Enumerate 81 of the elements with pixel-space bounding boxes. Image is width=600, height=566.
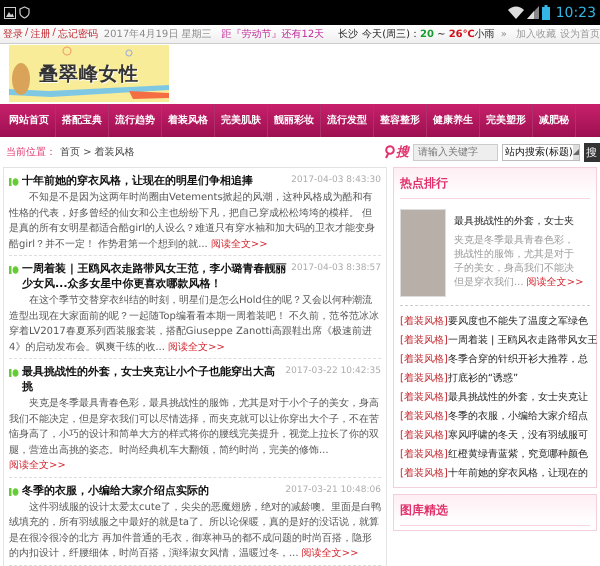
image-icon — [4, 6, 16, 18]
account-link[interactable]: 忘记密码 — [58, 27, 98, 41]
featured-excerpt-line: 夹克是冬季最具青春色彩， — [454, 235, 574, 246]
nav-link[interactable]: 着装风格 — [162, 104, 215, 137]
featured-excerpt-line: 子的美女，身高我们不能决 — [454, 263, 574, 274]
article-excerpt: 在这个季节交替穿衣纠结的时刻，明星们是怎么Hold住的呢？又会以何种潮流造型出现在大家面前的呢？一起随Top编看看本期一周着装吧！ 不久前，范爷范冰冰穿着LV2017春夏系列西装服套装，搭配Giuseppe Zanotti高跟鞋出席《极速前进4》的启动发布会。飒爽干练的收... 阅读全文>> — [9, 294, 380, 354]
bullet-icon — [9, 367, 19, 377]
bullet-icon — [9, 176, 19, 186]
ranking-item-link[interactable]: 十年前她的穿衣风格，让现在的 — [448, 468, 588, 479]
nav-link[interactable]: 减肥秘 — [533, 104, 576, 137]
weather-text: 今天(周三)：20 ~ 26℃小雨 — [362, 28, 495, 41]
category-tag-link[interactable]: [着装风格] — [400, 316, 448, 327]
ranking-item-link[interactable]: 冬季合穿的针织开衫大推荐，总 — [448, 354, 588, 365]
shield-icon — [19, 6, 30, 19]
category-tag-link[interactable]: [着装风格] — [400, 411, 448, 422]
article-excerpt: 不知是不是因为这两年时尚圈由Vetements掀起的风潮，这种风格成为酷和有性格的代表，好多曾经的仙女和公主也纷纷下凡，把自己穿成松松垮垮的模样。 但是真的所有女明星都适合酷girl的人设么？难道只有穿水袖和加大码的卫衣才能变身酷girl？并不一定！ 作势君第一个想到的就... 阅读全文>> — [9, 190, 376, 252]
article-excerpt: 这件羽绒服的设计太爱太cute了，尖尖的恶魔翅膀，绝对的减龄噢。里面是白鸭绒填充的，所有羽绒服之中最好的就是ta了。所以论保暖，真的是好的没话说，就算是在很冷很冷的北方 再加件普通的毛衣，御寒神马的都不成问题的时尚百搭，隐形的内扣设计，纤腰细体，时尚百搭，演绎淑女风情，温暖过冬，... 阅读全文>> — [9, 500, 381, 561]
featured-excerpt-line: 但是穿衣我们... — [454, 277, 524, 288]
nav-link[interactable]: 网站首页 — [3, 104, 56, 137]
nav-link[interactable]: 搭配宝典 — [56, 104, 109, 137]
search-scope-select[interactable]: 站内搜索(标题) — [502, 144, 580, 160]
featured-title-link[interactable]: 最具挑战性的外套，女士夹 — [454, 215, 584, 229]
signal-icon — [526, 6, 539, 19]
nav-link[interactable]: 流行趋势 — [109, 104, 162, 137]
ranking-item-link[interactable]: 红橙黄绿青蓝紫，究竟哪种颜色 — [448, 449, 588, 460]
category-tag-link[interactable]: [着装风格] — [400, 373, 448, 384]
article-date: 2017-04-03 8:38:57 — [291, 263, 381, 273]
breadcrumb-path: 首页 > 着装风格 — [60, 146, 135, 159]
city-text: 长沙 — [338, 28, 358, 41]
panel-title: 图库精选 — [400, 495, 590, 526]
bullet-icon — [9, 264, 19, 274]
ranking-item-link[interactable]: 要风度也不能失了温度之军绿色 — [448, 316, 588, 327]
site-logo[interactable]: 叠翠峰女性 — [9, 45, 169, 102]
separator-text: / — [25, 27, 28, 40]
category-tag-link[interactable]: [着装风格] — [400, 335, 448, 346]
article-date: 2017-03-21 10:48:06 — [285, 484, 381, 494]
read-more-link[interactable]: 阅读全文>> — [302, 548, 358, 559]
read-more-link[interactable]: 阅读全文>> — [526, 277, 584, 288]
article-date: 2017-03-22 10:42:35 — [285, 366, 381, 376]
nav-link[interactable]: 完美肌肤 — [215, 104, 268, 137]
caret-icon — [572, 149, 579, 155]
panel-title: 热点排行 — [400, 168, 590, 199]
separator-text: / — [52, 27, 56, 40]
featured-excerpt-line: 挑战性的服饰，尤其是对于 — [454, 249, 574, 260]
article-title-link[interactable]: 十年前她的穿衣风格，让现在的明星们争相追捧 — [22, 173, 288, 188]
nav-link[interactable]: 整容整形 — [374, 104, 427, 137]
article-excerpt: 夹克是冬季最具青春色彩，最具挑战性的服饰，尤其是对于小个子的美女，身高我们不能决定，但是穿衣我们可以尽情选择，而夹克就可以让你穿出大个子，不在苦恼身高了，小巧的设计和简单大方的样式将你的腰线完美提升，视觉上拉长了你的双腿，营造出高挑的姿态。时尚经典机车大翻领，简约时尚，完美的修饰... 阅读全文>> — [9, 396, 380, 473]
read-more-link[interactable]: 阅读全文>> — [168, 342, 225, 352]
clock-time: 10:23 — [556, 4, 596, 20]
breadcrumb-label: 当前位置： — [6, 146, 56, 159]
search-button[interactable]: 搜 — [584, 142, 600, 162]
ranking-item-link[interactable]: 一周着装 | 王鸥风衣走路带风女王 — [448, 335, 598, 346]
category-tag-link[interactable]: [着装风格] — [400, 430, 448, 441]
bullet-icon — [9, 486, 19, 496]
category-tag-link[interactable]: [着装风格] — [400, 468, 448, 479]
read-more-link[interactable]: 阅读全文>> — [9, 460, 66, 471]
article-title-link[interactable]: 一周着装 | 王鸥风衣走路带风女王范，李小璐青春靓丽少女风...众多女星中你更喜欢哪款风格！ — [22, 261, 288, 291]
account-link[interactable]: 注册 — [30, 27, 50, 41]
nav-link[interactable]: 完美塑形 — [480, 104, 533, 137]
read-more-link[interactable]: 阅读全文>> — [210, 238, 268, 250]
category-tag-link[interactable]: [着装风格] — [400, 449, 448, 460]
search-logo: 搜 — [385, 143, 409, 161]
date-text: 2017年4月19日 星期三 — [104, 28, 212, 41]
category-tag-link[interactable]: [着装风格] — [400, 392, 448, 403]
ranking-item-link[interactable]: 最具挑战性的外套，女士夹克让 — [448, 392, 588, 403]
nav-link[interactable]: 流行发型 — [321, 104, 374, 137]
ranking-item-link[interactable]: 打底衫的“诱惑” — [448, 373, 518, 384]
ranking-item-link[interactable]: 寒风呼啸的冬天，没有羽绒服可 — [448, 430, 588, 441]
wifi-icon — [508, 6, 524, 19]
countdown-text: 距『劳动节』还有12天 — [221, 28, 324, 41]
nav-link[interactable]: 靓丽彩妆 — [268, 104, 321, 137]
weather-more-link[interactable]: » — [500, 28, 507, 40]
category-tag-link[interactable]: [着装风格] — [400, 354, 448, 365]
search-field[interactable]: 请输入关键字 — [413, 144, 498, 160]
account-link[interactable]: 登录 — [3, 27, 23, 41]
ranking-item-link[interactable]: 冬季的衣服，小编给大家介绍点 — [448, 411, 588, 422]
article-title-link[interactable]: 最具挑战性的外套，女士夹克让小个子也能穿出大高挑 — [22, 364, 282, 394]
article-date: 2017-04-03 8:43:30 — [291, 175, 381, 185]
nav-link[interactable]: 健康养生 — [427, 104, 480, 137]
article-title-link[interactable]: 冬季的衣服，小编给大家介绍点实际的 — [22, 482, 282, 498]
battery-icon — [542, 5, 550, 20]
